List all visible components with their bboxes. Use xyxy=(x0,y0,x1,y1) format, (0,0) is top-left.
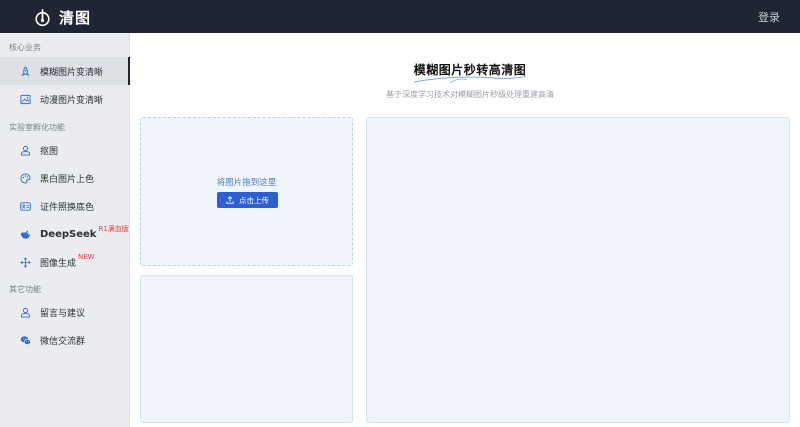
sidebar-item-deepseek[interactable]: DeepSeek R1满血版 xyxy=(0,220,130,248)
result-panel xyxy=(366,117,790,423)
sidebar-item-label: 黑白图片上色 xyxy=(40,174,95,185)
person-icon xyxy=(20,145,31,156)
section-label-core: 核心业务 xyxy=(9,43,41,52)
sidebar-item-label: 留言与建议 xyxy=(40,308,86,319)
sidebar: 核心业务 模糊图片变清晰 动漫图片变清晰 实验室孵化功能 抠图 黑白图片上色 证… xyxy=(0,33,130,427)
upload-button-label: 点击上传 xyxy=(239,195,269,205)
sidebar-item-label: DeepSeek xyxy=(40,228,97,240)
full-version-badge: R1满血版 xyxy=(98,225,129,233)
preview-panel xyxy=(140,275,353,423)
move-icon xyxy=(20,256,31,268)
sidebar-item-label: 证件照换底色 xyxy=(40,202,95,213)
upload-button[interactable]: 点击上传 xyxy=(217,192,278,208)
sidebar-item-image-gen[interactable]: 图像生成 NEW xyxy=(0,248,130,276)
login-link[interactable]: 登录 xyxy=(758,9,780,25)
sidebar-item-label: 微信交流群 xyxy=(40,336,86,347)
title-underline-decoration xyxy=(413,75,527,84)
sidebar-item-cutout[interactable]: 抠图 xyxy=(0,136,130,164)
drop-hint-text: 将图片拖到这里 xyxy=(216,178,277,188)
deepseek-icon xyxy=(20,229,31,239)
sidebar-item-label: 模糊图片变清晰 xyxy=(40,67,104,78)
top-bar: 清图 登录 xyxy=(0,0,800,33)
sidebar-item-id-photo[interactable]: 证件照换底色 xyxy=(0,192,130,220)
palette-icon xyxy=(20,172,31,184)
sidebar-item-wechat[interactable]: 微信交流群 xyxy=(0,326,130,354)
sidebar-item-label: 抠图 xyxy=(40,146,59,157)
id-card-icon xyxy=(20,201,31,211)
upload-dropzone[interactable]: 将图片拖到这里 点击上传 xyxy=(140,117,353,266)
app-name: 清图 xyxy=(59,9,92,27)
sidebar-item-feedback[interactable]: 留言与建议 xyxy=(0,298,130,326)
new-badge: NEW xyxy=(78,253,95,261)
sidebar-item-label: 图像生成 xyxy=(40,258,77,269)
page-header: 模糊图片秒转高清图 xyxy=(370,61,570,84)
rocket-icon xyxy=(21,65,30,76)
upload-icon xyxy=(226,196,234,204)
sidebar-item-anime[interactable]: 动漫图片变清晰 xyxy=(0,85,130,113)
image-icon xyxy=(20,94,31,104)
sidebar-item-label: 动漫图片变清晰 xyxy=(40,95,104,106)
person-icon xyxy=(20,307,31,318)
app-logo[interactable]: 清图 xyxy=(35,7,91,28)
section-label-lab: 实验室孵化功能 xyxy=(9,123,65,132)
drop-logo-icon xyxy=(35,9,50,27)
sidebar-item-colorize[interactable]: 黑白图片上色 xyxy=(0,164,130,192)
page-subtitle: 基于深度学习技术对模糊图片秒级处理重建高清 xyxy=(386,90,554,99)
wechat-icon xyxy=(20,335,31,345)
sidebar-item-deblur[interactable]: 模糊图片变清晰 xyxy=(0,57,130,85)
section-label-other: 其它功能 xyxy=(9,285,41,294)
